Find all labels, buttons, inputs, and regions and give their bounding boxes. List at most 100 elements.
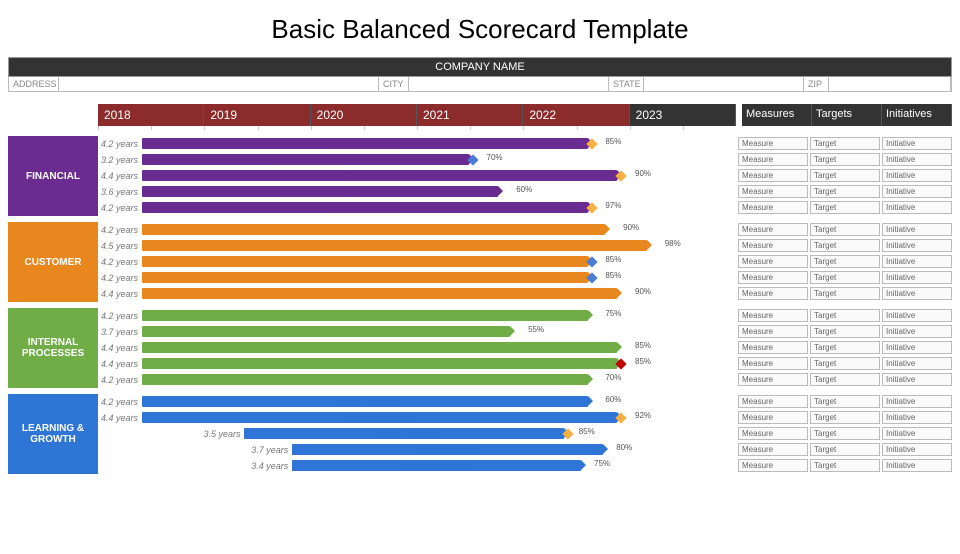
target-cell[interactable]: Target [810, 201, 880, 214]
initiative-cell[interactable]: Initiative [882, 373, 952, 386]
measure-cell[interactable]: Measure [738, 341, 808, 354]
measure-cell[interactable]: Measure [738, 271, 808, 284]
initiative-cell[interactable]: Initiative [882, 341, 952, 354]
objective-bar: Strategic objective [244, 428, 563, 439]
measure-cell[interactable]: Measure [738, 309, 808, 322]
initiative-cell[interactable]: Initiative [882, 223, 952, 236]
year-2021: 2021 [417, 104, 523, 126]
header-targets: Targets [812, 104, 882, 126]
percent-label: 90% [635, 169, 651, 178]
initiative-cell[interactable]: Initiative [882, 325, 952, 338]
objective-bar: Strategic objective [142, 396, 588, 407]
percent-label: 75% [594, 459, 610, 468]
initiative-cell[interactable]: Initiative [882, 239, 952, 252]
target-cell[interactable]: Target [810, 223, 880, 236]
objective-bar: Strategic objective [142, 326, 510, 337]
year-2022: 2022 [523, 104, 629, 126]
initiative-cell[interactable]: Initiative [882, 137, 952, 150]
target-cell[interactable]: Target [810, 239, 880, 252]
duration-label: 3.7 years [98, 327, 142, 337]
duration-label: 4.2 years [98, 203, 142, 213]
measure-cell[interactable]: Measure [738, 459, 808, 472]
initiative-cell[interactable]: Initiative [882, 185, 952, 198]
objective-bar: Strategic objective [142, 154, 469, 165]
state-label: STATE [609, 77, 644, 91]
objective-bar: Strategic objective [142, 170, 617, 181]
initiative-cell[interactable]: Initiative [882, 357, 952, 370]
measure-cell[interactable]: Measure [738, 223, 808, 236]
target-cell[interactable]: Target [810, 427, 880, 440]
zip-value[interactable] [829, 77, 951, 91]
initiative-cell[interactable]: Initiative [882, 201, 952, 214]
target-cell[interactable]: Target [810, 185, 880, 198]
target-cell[interactable]: Target [810, 357, 880, 370]
state-value[interactable] [644, 77, 804, 91]
header-initiatives: Initiatives [882, 104, 952, 126]
initiative-cell[interactable]: Initiative [882, 153, 952, 166]
measure-cell[interactable]: Measure [738, 443, 808, 456]
objective-row: 4.2 yearsStrategic objective75%MeasureTa… [98, 308, 952, 323]
initiative-cell[interactable]: Initiative [882, 271, 952, 284]
target-cell[interactable]: Target [810, 255, 880, 268]
city-label: CITY [379, 77, 409, 91]
objective-row: 4.2 yearsStrategic objective85%MeasureTa… [98, 136, 952, 151]
percent-label: 80% [616, 443, 632, 452]
objective-bar: Strategic objective [142, 202, 588, 213]
target-cell[interactable]: Target [810, 153, 880, 166]
zip-label: ZIP [804, 77, 829, 91]
address-row: ADDRESS CITY STATE ZIP [8, 77, 952, 92]
objective-row: 4.2 yearsStrategic objective90%MeasureTa… [98, 222, 952, 237]
objective-bar: Strategic objective [142, 374, 588, 385]
target-cell[interactable]: Target [810, 443, 880, 456]
initiative-cell[interactable]: Initiative [882, 169, 952, 182]
initiative-cell[interactable]: Initiative [882, 287, 952, 300]
measure-cell[interactable]: Measure [738, 395, 808, 408]
measure-cell[interactable]: Measure [738, 373, 808, 386]
initiative-cell[interactable]: Initiative [882, 411, 952, 424]
measure-cell[interactable]: Measure [738, 169, 808, 182]
target-cell[interactable]: Target [810, 169, 880, 182]
target-cell[interactable]: Target [810, 373, 880, 386]
target-cell[interactable]: Target [810, 137, 880, 150]
measure-cell[interactable]: Measure [738, 287, 808, 300]
year-2018: 2018 [98, 104, 204, 126]
target-cell[interactable]: Target [810, 411, 880, 424]
target-cell[interactable]: Target [810, 287, 880, 300]
address-value[interactable] [59, 77, 379, 91]
initiative-cell[interactable]: Initiative [882, 395, 952, 408]
measure-cell[interactable]: Measure [738, 201, 808, 214]
measure-cell[interactable]: Measure [738, 357, 808, 370]
objective-bar: Strategic objective [142, 138, 588, 149]
objective-row: 3.4 yearsStrategic objective75%MeasureTa… [98, 458, 952, 473]
objective-row: 4.2 yearsStrategic objective85%MeasureTa… [98, 270, 952, 285]
objective-bar: Strategic objective [142, 186, 498, 197]
duration-label: 4.2 years [98, 311, 142, 321]
measure-cell[interactable]: Measure [738, 185, 808, 198]
duration-label: 4.4 years [98, 289, 142, 299]
initiative-cell[interactable]: Initiative [882, 255, 952, 268]
measure-cell[interactable]: Measure [738, 325, 808, 338]
initiative-cell[interactable]: Initiative [882, 459, 952, 472]
measure-cell[interactable]: Measure [738, 255, 808, 268]
initiative-cell[interactable]: Initiative [882, 443, 952, 456]
objective-bar: Strategic objective [142, 224, 605, 235]
objective-row: 4.2 yearsStrategic objective85%MeasureTa… [98, 254, 952, 269]
measure-cell[interactable]: Measure [738, 427, 808, 440]
city-value[interactable] [409, 77, 609, 91]
measure-cell[interactable]: Measure [738, 239, 808, 252]
target-cell[interactable]: Target [810, 341, 880, 354]
duration-label: 4.4 years [98, 413, 142, 423]
target-cell[interactable]: Target [810, 325, 880, 338]
target-cell[interactable]: Target [810, 271, 880, 284]
objective-bar: Strategic objective [142, 358, 617, 369]
target-cell[interactable]: Target [810, 395, 880, 408]
measure-cell[interactable]: Measure [738, 137, 808, 150]
target-cell[interactable]: Target [810, 309, 880, 322]
objective-row: 4.2 yearsStrategic objective97%MeasureTa… [98, 200, 952, 215]
duration-label: 4.2 years [98, 273, 142, 283]
measure-cell[interactable]: Measure [738, 411, 808, 424]
measure-cell[interactable]: Measure [738, 153, 808, 166]
initiative-cell[interactable]: Initiative [882, 427, 952, 440]
initiative-cell[interactable]: Initiative [882, 309, 952, 322]
target-cell[interactable]: Target [810, 459, 880, 472]
